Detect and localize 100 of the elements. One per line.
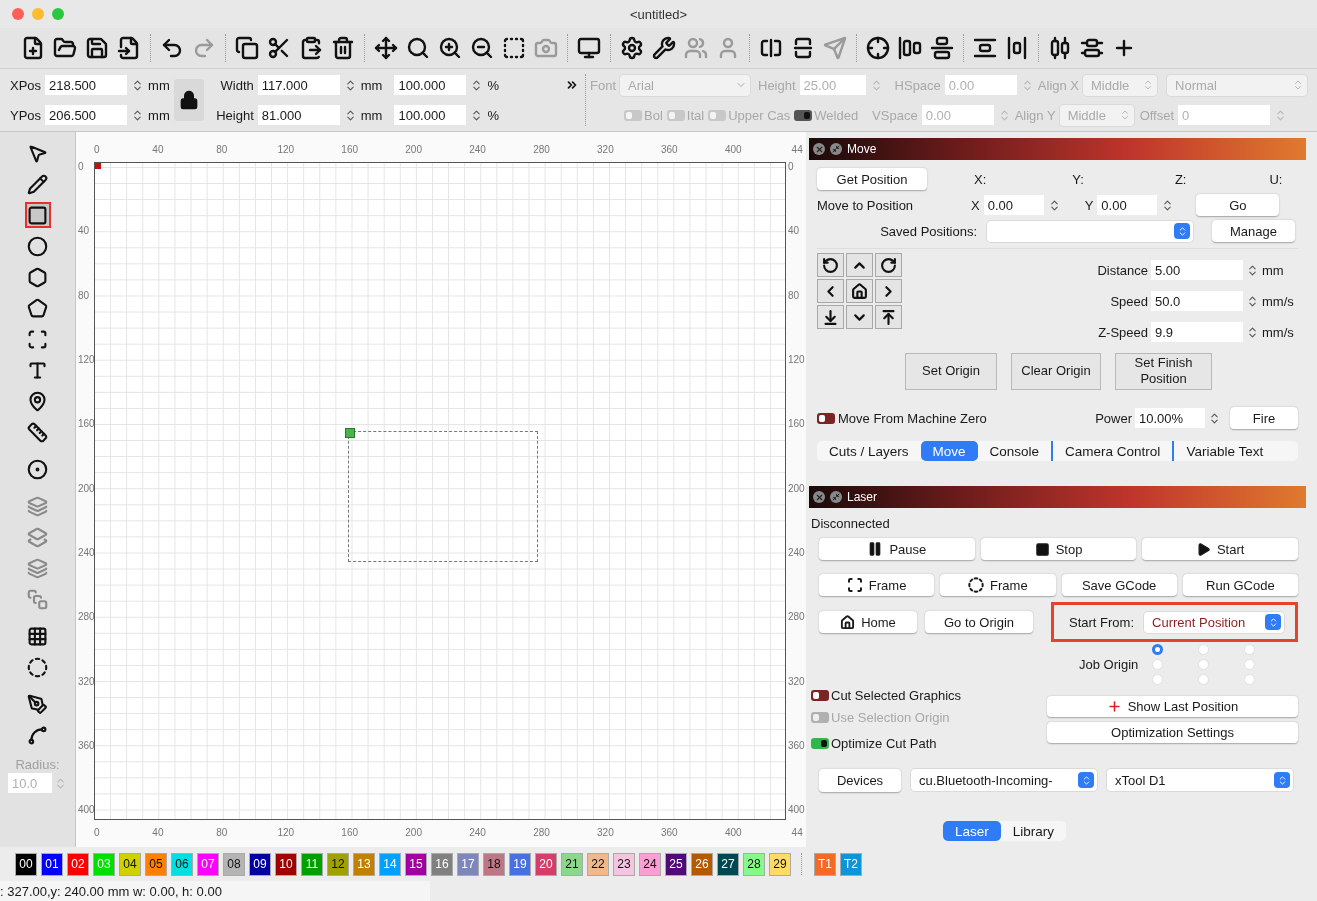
number-field[interactable]: 218.500 [45, 75, 128, 95]
wrench-icon[interactable] [650, 34, 678, 62]
number-field[interactable]: 0.00 [1097, 195, 1158, 215]
layer-color-swatch[interactable]: 19 [509, 852, 531, 876]
layer-color-swatch[interactable]: 21 [561, 852, 583, 876]
layer-color-swatch[interactable]: 06 [171, 852, 193, 876]
dock-tab[interactable]: Console [977, 441, 1052, 461]
layer-color-swatch[interactable]: 04 [119, 852, 141, 876]
number-field[interactable]: 10.00% [1135, 408, 1205, 428]
dock-tab[interactable]: Camera Control [1051, 441, 1173, 461]
move-arrows-icon[interactable] [372, 34, 400, 62]
layer-color-swatch[interactable]: 05 [145, 852, 167, 876]
lock-icon[interactable] [173, 79, 204, 121]
gcode-button[interactable]: Run GCode [1182, 574, 1298, 596]
layer-color-swatch[interactable]: 24 [639, 852, 661, 876]
go-button[interactable]: Go [1196, 194, 1280, 216]
spinner-icon[interactable] [1246, 325, 1259, 339]
home-button[interactable]: Home [819, 611, 917, 633]
close-panel-icon[interactable] [813, 491, 825, 503]
layer-color-swatch[interactable]: 10 [275, 852, 297, 876]
frame-button[interactable]: Frame [819, 574, 935, 596]
layer-color-swatch[interactable]: 29 [769, 852, 791, 876]
go-to-origin-button[interactable]: Go to Origin [925, 611, 1033, 633]
layer-color-swatch[interactable]: 09 [249, 852, 271, 876]
selection-handle[interactable] [345, 427, 356, 438]
layer-color-swatch[interactable]: 16 [431, 852, 453, 876]
toggle-switch[interactable] [817, 412, 835, 424]
number-field[interactable]: 100.000 [394, 75, 467, 95]
dropdown-arrows-icon[interactable] [1265, 614, 1281, 630]
chevron-down-icon[interactable] [846, 305, 873, 329]
device-dropdown[interactable]: xTool D1 [1107, 769, 1293, 791]
layer-color-swatch[interactable]: 22 [587, 852, 609, 876]
toggle-switch[interactable] [811, 737, 829, 749]
devices-button[interactable]: Devices [819, 768, 901, 792]
dropdown-arrows-icon[interactable] [1078, 772, 1094, 788]
layer-color-swatch[interactable]: 27 [717, 852, 739, 876]
layer-color-swatch[interactable]: 00 [15, 852, 37, 876]
saved-positions-dropdown[interactable] [987, 220, 1193, 242]
dock-tab[interactable]: Move [920, 441, 978, 461]
spinner-icon[interactable] [1246, 294, 1259, 308]
close-panel-icon[interactable] [813, 143, 825, 155]
layer-color-swatch[interactable]: 15 [405, 852, 427, 876]
chevron-left-icon[interactable] [817, 279, 844, 303]
chevron-up-icon[interactable] [846, 253, 873, 277]
layer-color-swatch[interactable]: 01 [41, 852, 63, 876]
layer-color-swatch[interactable]: 12 [327, 852, 349, 876]
dropdown-arrows-icon[interactable] [1274, 772, 1290, 788]
panel-tab[interactable]: Library [1000, 821, 1066, 841]
home-icon[interactable] [846, 279, 873, 303]
rotate-right-icon[interactable] [875, 253, 902, 277]
layer-color-swatch[interactable]: 18 [483, 852, 505, 876]
start-from-dropdown[interactable]: Current Position [1144, 611, 1284, 633]
dock-tab[interactable]: Variable Text [1172, 441, 1276, 461]
show-last-position-button[interactable]: Show Last Position [1047, 696, 1298, 717]
fire-button[interactable]: Fire [1230, 407, 1298, 429]
toggle-switch[interactable] [811, 689, 829, 701]
rectangle-icon[interactable] [24, 202, 51, 228]
optimization-settings-button[interactable]: Optimization Settings [1047, 722, 1298, 743]
manage-button[interactable]: Manage [1212, 220, 1295, 242]
number-field[interactable]: 9.9 [1151, 322, 1243, 342]
align-left-icon[interactable] [896, 34, 924, 62]
copy-icon[interactable] [233, 34, 261, 62]
z-down-icon[interactable] [817, 305, 844, 329]
frame-button[interactable]: Frame [940, 574, 1056, 596]
spinner-icon[interactable] [1208, 411, 1221, 425]
dropdown-arrows-icon[interactable] [1174, 223, 1190, 239]
layer-color-swatch[interactable]: 26 [691, 852, 713, 876]
get-position-button[interactable]: Get Position [817, 168, 927, 190]
rotate-left-icon[interactable] [817, 253, 844, 277]
chevron-right-icon[interactable] [875, 279, 902, 303]
crosshair-icon[interactable] [864, 34, 892, 62]
layer-color-swatch[interactable]: 25 [665, 852, 687, 876]
number-field[interactable]: 81.000 [257, 105, 340, 125]
spinner-icon[interactable] [1246, 263, 1259, 277]
layer-color-swatch[interactable]: 28 [743, 852, 765, 876]
layer-color-swatch[interactable]: 23 [613, 852, 635, 876]
align-middle-icon[interactable] [928, 34, 956, 62]
float-panel-icon[interactable] [830, 491, 842, 503]
origin-radio[interactable] [1152, 643, 1164, 655]
layer-color-swatch[interactable]: 02 [67, 852, 89, 876]
number-field[interactable]: 117.000 [257, 75, 340, 95]
expand-chevrons-icon[interactable] [565, 78, 579, 92]
number-field[interactable]: 206.500 [45, 105, 128, 125]
panel-tab[interactable]: Laser [942, 821, 1001, 841]
number-field[interactable]: 100.000 [394, 105, 467, 125]
dock-tab[interactable]: Cuts / Layers [817, 441, 921, 461]
stop-button[interactable]: Stop [980, 538, 1137, 560]
port-dropdown[interactable]: cu.Bluetooth-Incoming- [911, 769, 1097, 791]
start-button[interactable]: Start [1142, 538, 1298, 560]
pause-button[interactable]: Pause [819, 538, 975, 560]
number-field[interactable]: 0.00 [983, 195, 1044, 215]
z-up-icon[interactable] [875, 305, 902, 329]
origin-button[interactable]: Clear Origin [1011, 352, 1101, 390]
number-field[interactable]: 5.00 [1151, 260, 1243, 280]
float-panel-icon[interactable] [830, 143, 842, 155]
layer-color-swatch[interactable]: 08 [223, 852, 245, 876]
number-field[interactable]: 50.0 [1151, 291, 1243, 311]
origin-button[interactable]: Set Origin [905, 352, 997, 390]
layer-color-swatch[interactable]: 20 [535, 852, 557, 876]
origin-button[interactable]: Set Finish Position [1115, 352, 1212, 390]
